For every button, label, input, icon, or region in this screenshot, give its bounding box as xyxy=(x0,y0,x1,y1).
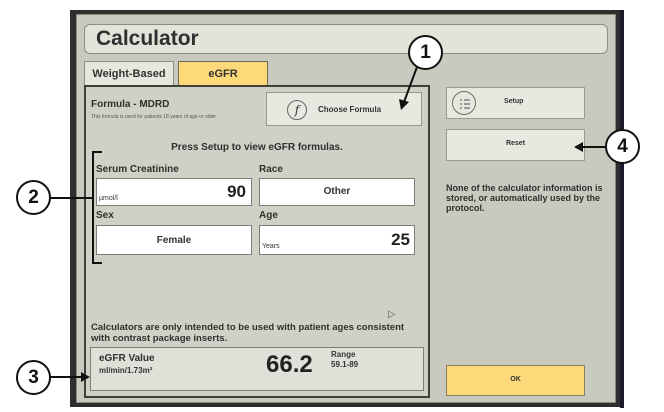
callout-1: 1 xyxy=(408,35,443,70)
callout-2: 2 xyxy=(16,180,51,215)
callout-3: 3 xyxy=(16,360,51,395)
callout-lines xyxy=(49,66,606,382)
callout-4: 4 xyxy=(605,129,640,164)
